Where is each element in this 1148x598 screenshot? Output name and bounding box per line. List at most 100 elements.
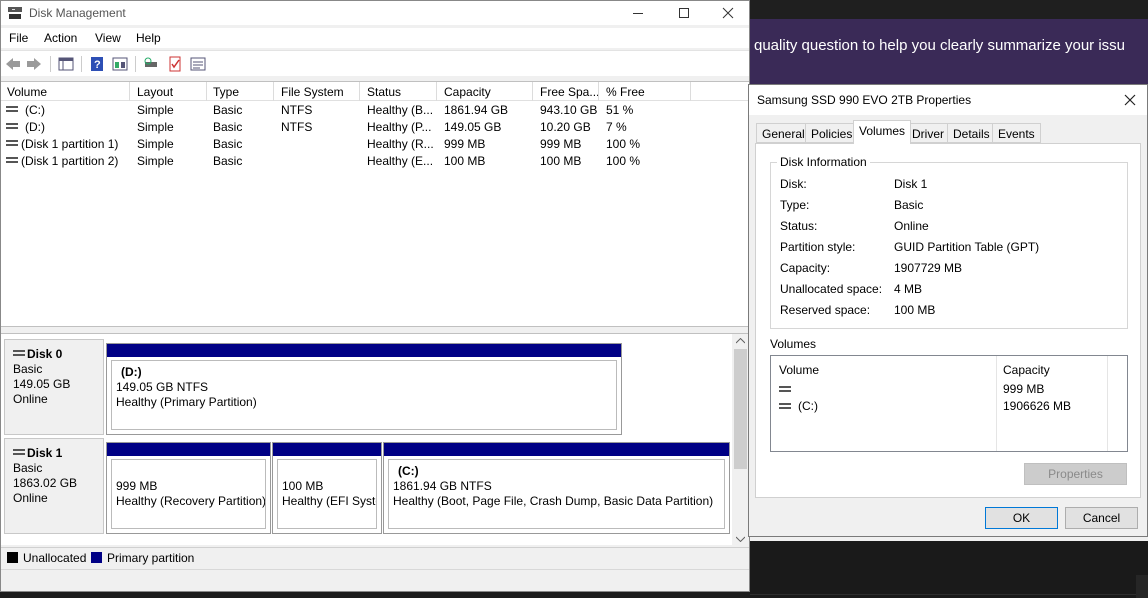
cell-capacity: 100 MB: [444, 154, 486, 168]
view-list-icon[interactable]: [190, 56, 206, 72]
info-value: Basic: [894, 198, 924, 212]
info-value: Online: [894, 219, 929, 233]
tab-volumes[interactable]: Volumes: [853, 120, 912, 144]
menu-bar: File Action View Help: [1, 28, 749, 48]
tab-details[interactable]: Details: [947, 123, 996, 143]
cell-status: Healthy (P...: [367, 120, 432, 134]
menu-view[interactable]: View: [95, 31, 121, 45]
dialog-close-button[interactable]: [1119, 89, 1141, 111]
checklist-icon[interactable]: [167, 56, 183, 72]
window-title: Disk Management: [29, 6, 126, 20]
close-icon: [722, 7, 734, 19]
cell-capacity: 999 MB: [444, 137, 486, 151]
column-header-capacity[interactable]: Capacity: [444, 85, 491, 99]
svg-text:?: ?: [94, 59, 101, 71]
cell-free-space: 943.10 GB: [540, 103, 598, 117]
primary-partition-swatch: [91, 552, 102, 563]
column-header-volume[interactable]: Volume: [779, 363, 819, 377]
partition-efi-details: 100 MB Healthy (EFI Syster: [277, 459, 377, 529]
table-row[interactable]: (Disk 1 partition 1) Simple Basic Health…: [1, 136, 749, 153]
tab-policies[interactable]: Policies: [805, 123, 859, 143]
vertical-scrollbar[interactable]: [732, 334, 749, 546]
disk-1-label[interactable]: Disk 1 Basic 1863.02 GB Online: [4, 438, 104, 534]
maximize-button[interactable]: [661, 1, 707, 25]
cell-file-system: NTFS: [281, 120, 313, 134]
tab-driver[interactable]: Driver: [906, 123, 950, 143]
volume-capacity: 999 MB: [1003, 382, 1045, 396]
properties-pane-icon[interactable]: [112, 56, 128, 72]
column-header-percent-free[interactable]: % Free: [606, 85, 645, 99]
info-value: 100 MB: [894, 303, 936, 317]
column-header-status[interactable]: Status: [367, 85, 401, 99]
cell-free-space: 100 MB: [540, 154, 582, 168]
connect-disk-icon[interactable]: [143, 56, 159, 72]
cell-status: Healthy (E...: [367, 154, 434, 168]
ok-button[interactable]: OK: [985, 507, 1058, 529]
partition-c[interactable]: (C:) 1861.94 GB NTFS Healthy (Boot, Page…: [383, 442, 730, 534]
column-header-layout[interactable]: Layout: [137, 85, 173, 99]
column-header-type[interactable]: Type: [213, 85, 239, 99]
list-item[interactable]: 999 MB: [771, 381, 1127, 398]
disk-0-label[interactable]: Disk 0 Basic 149.05 GB Online: [4, 339, 104, 435]
column-header-capacity[interactable]: Capacity: [1003, 363, 1050, 377]
partition-efi[interactable]: 100 MB Healthy (EFI Syster: [272, 442, 382, 534]
menu-file[interactable]: File: [9, 31, 28, 45]
back-arrow-icon[interactable]: [5, 56, 21, 72]
column-header-volume[interactable]: Volume: [7, 85, 47, 99]
drive-icon: [6, 157, 18, 164]
partition-label: (C:): [398, 464, 419, 478]
partition-d[interactable]: (D:) 149.05 GB NTFS Healthy (Primary Par…: [106, 343, 622, 435]
disk-graphical-view: Disk 0 Basic 149.05 GB Online (D:) 149.0…: [1, 333, 749, 546]
cancel-button[interactable]: Cancel: [1065, 507, 1138, 529]
toolbar-separator: [81, 56, 82, 72]
drive-icon: [6, 106, 18, 113]
cell-free-space: 10.20 GB: [540, 120, 591, 134]
list-item[interactable]: (C:) 1906626 MB: [771, 398, 1127, 415]
scrollbar-thumb[interactable]: [734, 349, 747, 469]
partition-size: 999 MB: [116, 479, 158, 493]
info-label: Status:: [780, 219, 818, 233]
partition-size: 100 MB: [282, 479, 324, 493]
tab-general[interactable]: General: [756, 123, 811, 143]
scroll-down-icon[interactable]: [736, 536, 745, 542]
partition-recovery-details: 999 MB Healthy (Recovery Partition): [111, 459, 266, 529]
close-button[interactable]: [705, 1, 749, 25]
disk-1-type: Basic: [13, 461, 43, 475]
disk-icon: [13, 350, 25, 357]
cell-status: Healthy (R...: [367, 137, 434, 151]
primary-partition-bar: [273, 443, 381, 456]
cell-volume: (Disk 1 partition 1): [21, 137, 119, 151]
partition-c-details: (C:) 1861.94 GB NTFS Healthy (Boot, Page…: [388, 459, 725, 529]
help-icon[interactable]: ?: [89, 56, 105, 72]
column-header-free-space[interactable]: Free Spa...: [540, 85, 599, 99]
title-bar: Disk Management: [1, 1, 749, 25]
console-tree-icon[interactable]: [58, 56, 74, 72]
menu-action[interactable]: Action: [44, 31, 77, 45]
partition-recovery[interactable]: 999 MB Healthy (Recovery Partition): [106, 442, 271, 534]
cell-layout: Simple: [137, 137, 174, 151]
cell-percent-free: 7 %: [606, 120, 627, 134]
table-row[interactable]: (D:) Simple Basic NTFS Healthy (P... 149…: [1, 119, 749, 136]
column-header-file-system[interactable]: File System: [281, 85, 344, 99]
volumes-listview[interactable]: Volume Capacity 999 MB (C:) 1906626 MB: [770, 355, 1128, 452]
menu-help[interactable]: Help: [136, 31, 161, 45]
background-line: [750, 594, 1148, 595]
scroll-up-icon[interactable]: [736, 338, 745, 344]
disk-1-name: Disk 1: [27, 446, 63, 460]
forward-arrow-icon[interactable]: [26, 56, 42, 72]
disk-1-state: Online: [13, 491, 48, 505]
table-row[interactable]: (C:) Simple Basic NTFS Healthy (B... 186…: [1, 102, 749, 119]
info-label: Type:: [780, 198, 810, 212]
legend-unallocated: Unallocated: [23, 551, 87, 565]
volumes-section-title: Volumes: [770, 337, 817, 351]
cell-type: Basic: [213, 103, 243, 117]
info-label: Disk:: [780, 177, 807, 191]
table-row[interactable]: (Disk 1 partition 2) Simple Basic Health…: [1, 153, 749, 170]
tab-events[interactable]: Events: [992, 123, 1041, 143]
legend-primary-partition: Primary partition: [107, 551, 195, 565]
minimize-button[interactable]: [615, 1, 661, 25]
cell-percent-free: 100 %: [606, 154, 641, 168]
volume-properties-button[interactable]: Properties: [1024, 463, 1127, 485]
disk-icon: [13, 449, 25, 456]
cell-type: Basic: [213, 154, 243, 168]
